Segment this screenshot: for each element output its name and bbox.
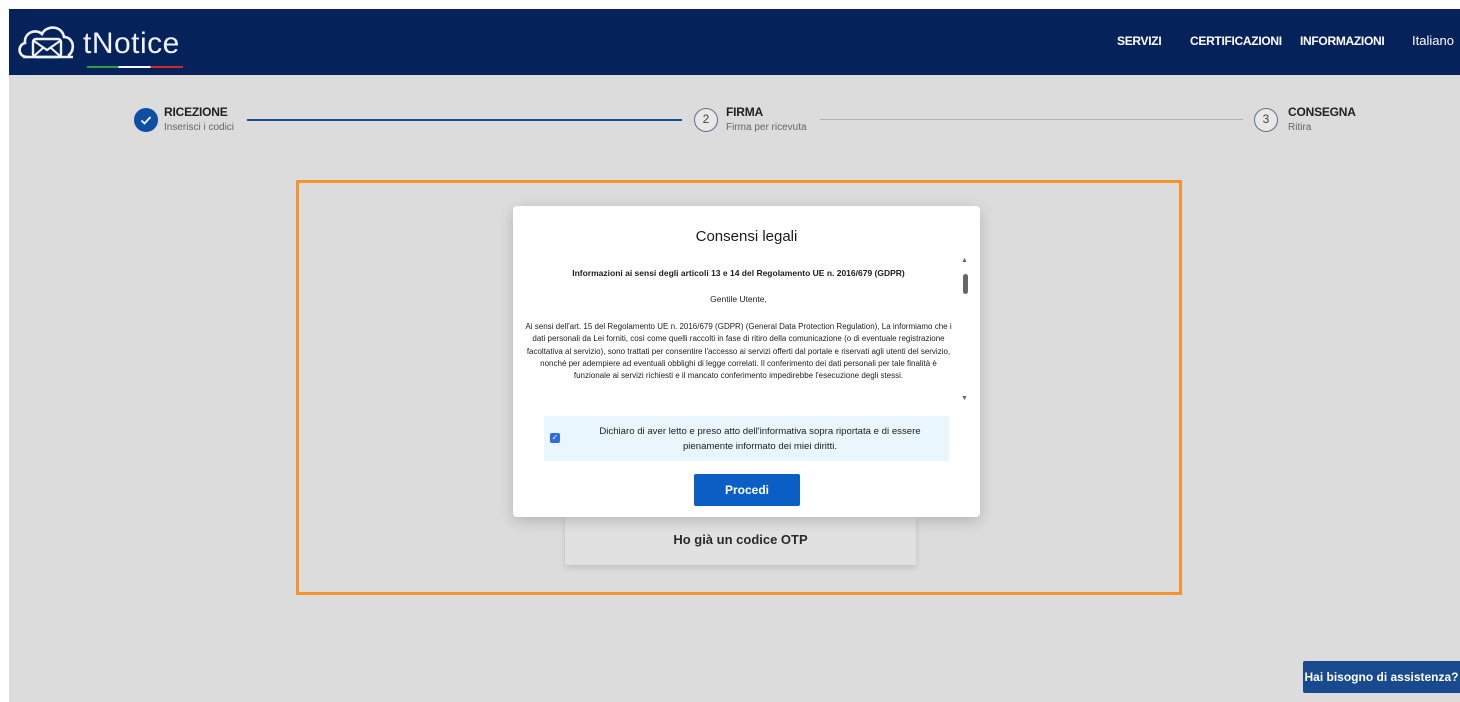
page-background: tNotice SERVIZI CERTIFICAZIONI INFORMAZI… (9, 9, 1460, 702)
step-1-title: RICEZIONE (164, 105, 228, 119)
proceed-button[interactable]: Procedi (694, 474, 800, 506)
consent-checkbox[interactable]: ✓ (550, 433, 560, 443)
step-1-subtitle: Inserisci i codici (164, 122, 235, 133)
consent-box: ✓ Dichiaro di aver letto e preso atto de… (544, 416, 949, 461)
scrollbar-thumb[interactable] (963, 274, 968, 294)
top-navigation-bar: tNotice SERVIZI CERTIFICAZIONI INFORMAZI… (9, 9, 1460, 75)
privacy-heading: Informazioni ai sensi degli articoli 13 … (572, 268, 905, 278)
step-3-subtitle: Ritira (1288, 122, 1312, 133)
nav-informazioni[interactable]: INFORMAZIONI (1300, 34, 1385, 48)
scroll-down-arrow-icon[interactable]: ▼ (961, 395, 968, 402)
language-selector[interactable]: Italiano ⌄ (1412, 33, 1460, 49)
language-label: Italiano (1412, 33, 1454, 48)
step-connector-1 (247, 119, 682, 121)
checkmark-icon (140, 115, 151, 125)
step-3-title: CONSEGNA (1288, 105, 1356, 119)
step-2-title: FIRMA (726, 105, 763, 119)
privacy-greeting: Gentile Utente, (710, 294, 767, 304)
modal-title: Consensi legali (695, 228, 798, 245)
legal-consent-modal: Consensi legali Informazioni ai sensi de… (513, 206, 980, 517)
site-logo[interactable]: tNotice (15, 19, 215, 69)
nav-certificazioni[interactable]: CERTIFICAZIONI (1190, 34, 1282, 48)
privacy-paragraph: Ai sensi dell'art. 15 del Regolamento UE… (525, 322, 952, 381)
scroll-up-arrow-icon[interactable]: ▲ (961, 257, 968, 264)
logo-text: tNotice (83, 27, 180, 60)
step-2-subtitle: Firma per ricevuta (726, 122, 807, 133)
step-1-circle (134, 108, 158, 132)
nav-servizi[interactable]: SERVIZI (1117, 34, 1162, 48)
step-3-circle: 3 (1254, 108, 1278, 132)
otp-code-card[interactable]: Ho già un codice OTP (565, 515, 916, 565)
consent-label[interactable]: Dichiaro di aver letto e preso atto dell… (574, 424, 946, 454)
checkmark-icon: ✓ (551, 433, 559, 442)
privacy-text-scroll-area[interactable]: Informazioni ai sensi degli articoli 13 … (521, 262, 956, 402)
vertical-scrollbar[interactable]: ▲ ▼ (960, 257, 970, 402)
step-2-circle: 2 (694, 108, 718, 132)
logo-flag-stripe (87, 66, 183, 68)
help-button[interactable]: Hai bisogno di assistenza? (1303, 661, 1460, 693)
cloud-envelope-icon (18, 26, 75, 59)
step-connector-2 (820, 119, 1243, 120)
